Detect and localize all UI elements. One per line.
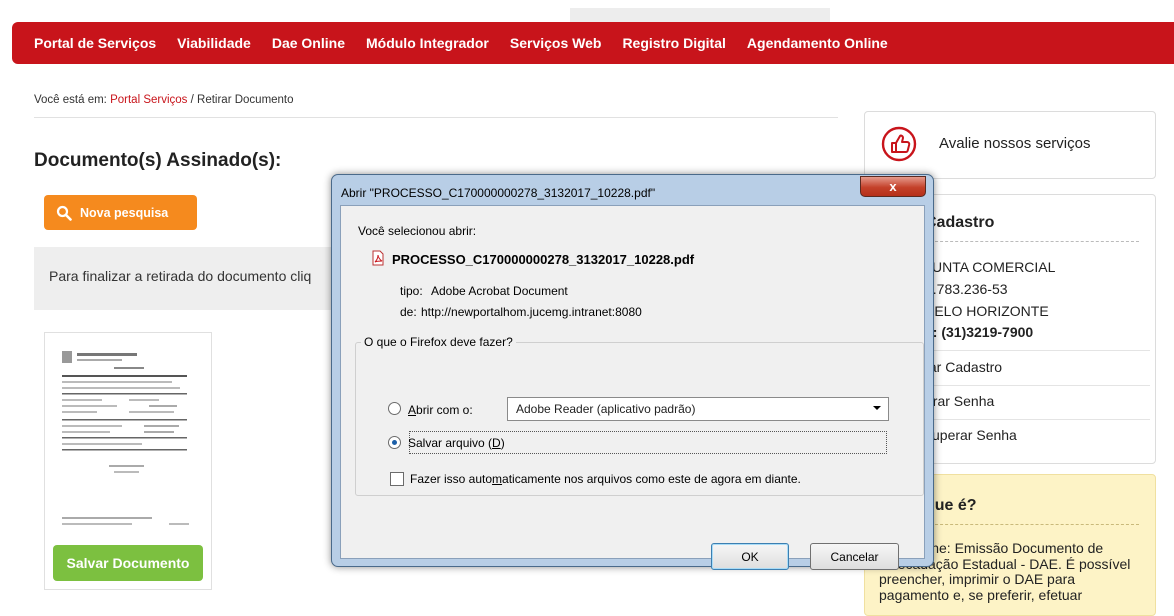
breadcrumb: Você está em: Portal Serviços / Retirar … <box>34 94 294 106</box>
type-key: tipo: <box>400 284 423 298</box>
application-select-value: Adobe Reader (aplicativo padrão) <box>516 402 696 416</box>
save-file-label[interactable]: Salvar arquivo (D) <box>408 436 505 450</box>
link-recuperar-senha[interactable]: cuperar Senha <box>925 427 1017 443</box>
cadastro-title: Cadastro <box>925 214 995 231</box>
link-alterar-senha[interactable]: erar Senha <box>925 393 994 409</box>
nav-agendamento-online[interactable]: Agendamento Online <box>747 35 888 51</box>
cadastro-phone: e: (31)3219-7900 <box>925 324 1034 340</box>
from-key: de: <box>400 305 417 319</box>
new-search-label: Nova pesquisa <box>80 205 169 220</box>
thumbs-up-icon <box>881 126 917 162</box>
new-search-button[interactable]: Nova pesquisa <box>44 195 197 230</box>
selected-label: Você selecionou abrir: <box>358 224 477 238</box>
cadastro-separator <box>925 419 1150 420</box>
type-value: Adobe Acrobat Document <box>431 284 568 298</box>
main-nav: Portal de Serviços Viabilidade Dae Onlin… <box>12 22 1174 64</box>
breadcrumb-divider <box>34 117 838 118</box>
open-with-label[interactable]: Abrir com o: <box>408 403 473 417</box>
open-file-dialog: Abrir "PROCESSO_C170000000278_3132017_10… <box>331 174 934 570</box>
pdf-file-icon <box>372 250 384 266</box>
nav-dae-online[interactable]: Dae Online <box>272 35 345 51</box>
breadcrumb-current: Retirar Documento <box>197 94 294 106</box>
cadastro-separator <box>925 350 1150 351</box>
cadastro-separator <box>925 385 1150 386</box>
search-icon <box>56 205 72 221</box>
cadastro-cnpj: 8.783.236-53 <box>925 281 1008 297</box>
from-value: http://newportalhom.jucemg.intranet:8080 <box>421 305 642 319</box>
nav-modulo-integrador[interactable]: Módulo Integrador <box>366 35 489 51</box>
chevron-down-icon <box>873 406 881 410</box>
dialog-body: Você selecionou abrir: PROCESSO_C1700000… <box>340 205 925 570</box>
open-with-radio[interactable] <box>388 402 401 415</box>
rate-services-box[interactable]: Avalie nossos serviços <box>864 111 1156 179</box>
what-is-divider <box>925 524 1139 525</box>
document-thumbnail[interactable] <box>59 345 194 533</box>
link-editar-cadastro[interactable]: tar Cadastro <box>925 359 1002 375</box>
auto-checkbox-label[interactable]: Fazer isso automaticamente nos arquivos … <box>410 472 801 486</box>
cancel-button[interactable]: Cancelar <box>810 543 899 570</box>
document-card: Salvar Documento <box>44 332 212 590</box>
breadcrumb-link-portal[interactable]: Portal Serviços <box>110 94 187 106</box>
save-file-radio[interactable] <box>388 436 401 449</box>
cadastro-divider <box>925 241 1139 242</box>
nav-registro-digital[interactable]: Registro Digital <box>622 35 725 51</box>
ok-button[interactable]: OK <box>711 543 789 570</box>
application-select[interactable]: Adobe Reader (aplicativo padrão) <box>507 397 889 421</box>
nav-portal-servicos[interactable]: Portal de Serviços <box>34 35 156 51</box>
save-document-button[interactable]: Salvar Documento <box>53 545 203 581</box>
dialog-title: Abrir "PROCESSO_C170000000278_3132017_10… <box>341 186 656 200</box>
top-strip <box>0 0 1174 22</box>
cadastro-org: JUNTA COMERCIAL <box>925 259 1056 275</box>
rate-services-text: Avalie nossos serviços <box>939 135 1091 152</box>
action-group-title: O que o Firefox deve fazer? <box>361 335 516 349</box>
nav-viabilidade[interactable]: Viabilidade <box>177 35 251 51</box>
close-button[interactable]: x <box>860 176 926 197</box>
info-text: Para finalizar a retirada do documento c… <box>49 268 312 284</box>
file-name: PROCESSO_C170000000278_3132017_10228.pdf <box>392 252 695 267</box>
page-title: Documento(s) Assinado(s): <box>34 150 282 171</box>
cadastro-city: BELO HORIZONTE <box>925 303 1049 319</box>
nav-servicos-web[interactable]: Serviços Web <box>510 35 602 51</box>
auto-checkbox[interactable] <box>390 472 404 486</box>
breadcrumb-sep: / <box>187 94 198 106</box>
breadcrumb-prefix: Você está em: <box>34 94 111 106</box>
